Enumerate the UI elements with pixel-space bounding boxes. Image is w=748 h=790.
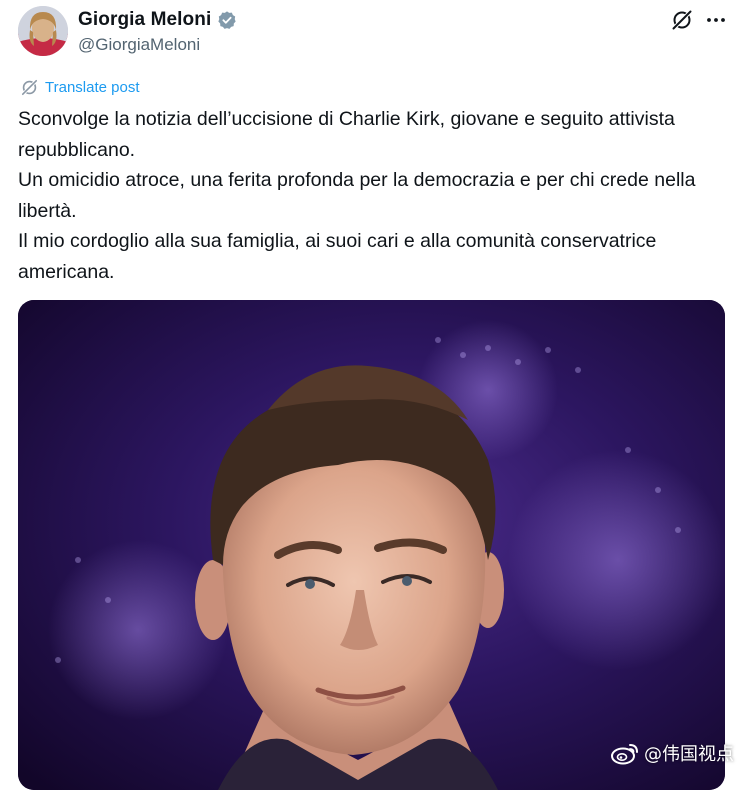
- watermark: @伟国视点: [610, 740, 734, 766]
- avatar-portrait: [18, 6, 68, 56]
- author-display-name[interactable]: Giorgia Meloni: [78, 9, 211, 31]
- post-paragraph: Sconvolge la notizia dell’uccisione di C…: [18, 108, 675, 161]
- post-paragraph: Il mio cordoglio alla sua famiglia, ai s…: [18, 230, 657, 283]
- translate-icon: [21, 79, 38, 96]
- watermark-text: @伟国视点: [644, 744, 734, 765]
- verified-badge-icon: [218, 11, 236, 29]
- post-text: Sconvolge la notizia dell’uccisione di C…: [18, 104, 718, 287]
- translate-post-link[interactable]: Translate post: [20, 78, 140, 97]
- post-header: Giorgia Meloni @GiorgiaMeloni: [18, 6, 730, 58]
- avatar[interactable]: [18, 6, 68, 56]
- post-paragraph: Un omicidio atroce, una ferita profonda …: [18, 169, 696, 222]
- translate-post-label[interactable]: Translate post: [45, 79, 140, 96]
- grok-icon[interactable]: [670, 8, 694, 32]
- author-handle[interactable]: @GiorgiaMeloni: [78, 35, 200, 55]
- name-row: Giorgia Meloni: [78, 9, 237, 31]
- more-icon[interactable]: [704, 8, 728, 32]
- post-image[interactable]: [18, 300, 725, 790]
- portrait-photo: [18, 300, 725, 790]
- weibo-icon: [611, 744, 638, 765]
